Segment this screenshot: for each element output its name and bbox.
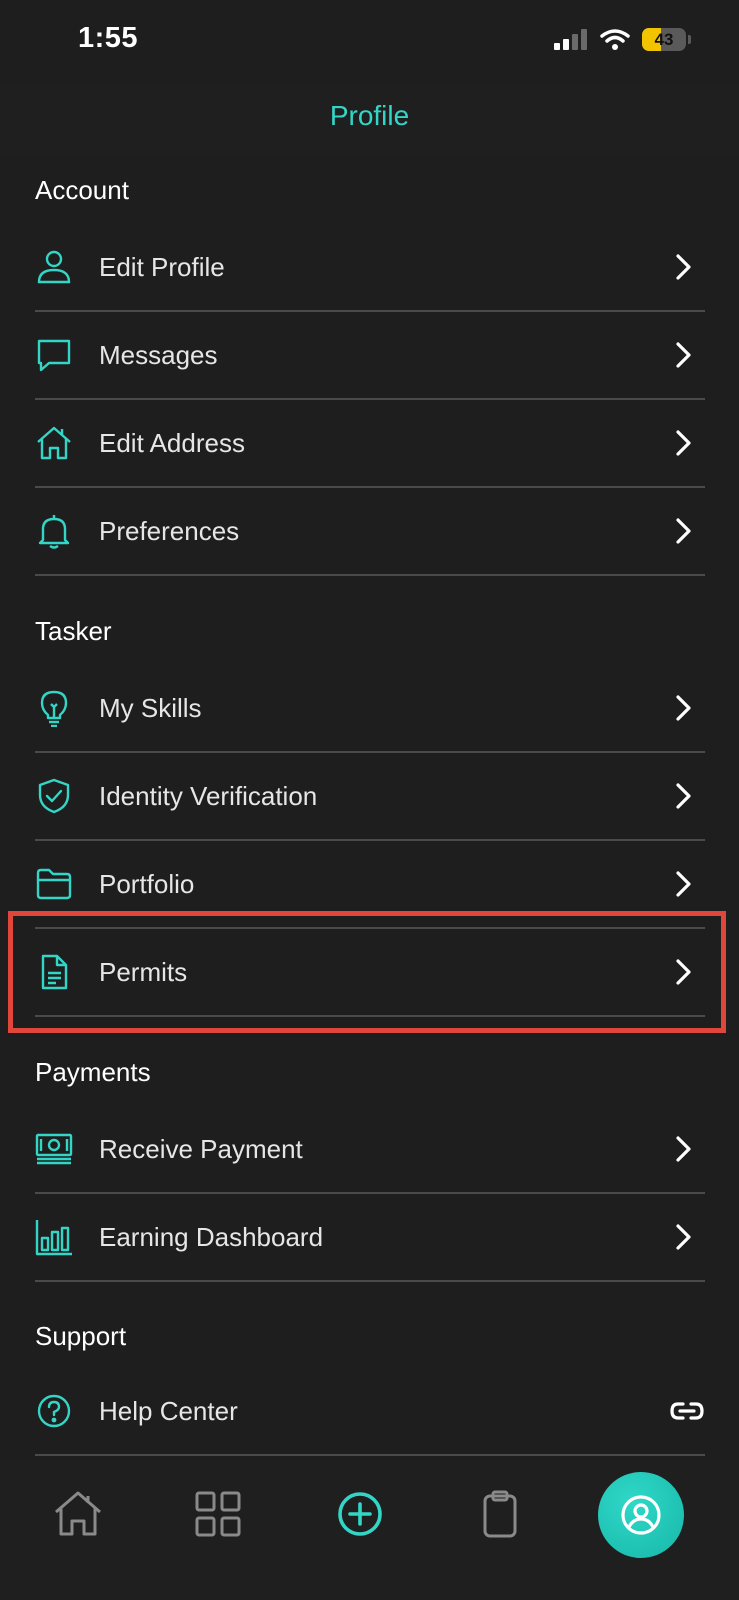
- row-label: Edit Address: [99, 428, 245, 458]
- home-tab-icon[interactable]: [52, 1488, 104, 1540]
- help-circle-icon: [37, 1394, 71, 1428]
- row-messages[interactable]: Messages: [35, 312, 705, 400]
- clipboard-tab-icon[interactable]: [474, 1488, 526, 1540]
- cash-icon: [35, 1133, 73, 1165]
- divider: [35, 574, 705, 576]
- link-icon: [670, 1402, 704, 1420]
- chevron-right-icon: [676, 430, 691, 456]
- row-label: Receive Payment: [99, 1134, 303, 1164]
- row-label: Help Center: [99, 1396, 238, 1426]
- folder-icon: [36, 868, 72, 900]
- tab-bar: [0, 1458, 739, 1600]
- row-edit-address[interactable]: Edit Address: [35, 400, 705, 488]
- bar-chart-icon: [35, 1220, 72, 1256]
- row-my-skills[interactable]: My Skills: [35, 665, 705, 753]
- status-bar: 1:55 43: [0, 0, 739, 84]
- shield-check-icon: [38, 778, 70, 814]
- row-help-center[interactable]: Help Center: [35, 1368, 705, 1456]
- row-label: Preferences: [99, 516, 240, 546]
- section-title-support: Support: [35, 1321, 127, 1351]
- chevron-right-icon: [676, 1136, 691, 1162]
- battery-indicator: 43: [642, 28, 686, 51]
- row-label: Identity Verification: [99, 781, 318, 811]
- battery-percent: 43: [654, 29, 674, 49]
- row-label: Earning Dashboard: [99, 1222, 324, 1252]
- plus-circle-icon[interactable]: [334, 1488, 386, 1540]
- chevron-right-icon: [676, 871, 691, 897]
- chevron-right-icon: [676, 254, 691, 280]
- row-label: Messages: [99, 340, 218, 370]
- profile-icon: [621, 1495, 661, 1535]
- settings-list: Account Edit Profile Messages Edit Addre…: [0, 158, 739, 1458]
- section-title-tasker: Tasker: [35, 616, 112, 646]
- wifi-icon: [600, 28, 630, 50]
- row-label: Edit Profile: [99, 252, 225, 282]
- row-edit-profile[interactable]: Edit Profile: [35, 224, 705, 312]
- home-icon: [37, 426, 71, 460]
- signal-icon: [554, 28, 587, 50]
- page-title: Profile: [329, 100, 410, 131]
- chevron-right-icon: [676, 695, 691, 721]
- chat-bubble-icon: [37, 339, 71, 372]
- status-icons: 43: [554, 28, 691, 51]
- row-earning-dashboard[interactable]: Earning Dashboard: [35, 1194, 705, 1282]
- grid-tab-icon[interactable]: [192, 1488, 244, 1540]
- chevron-right-icon: [676, 518, 691, 544]
- section-title-account: Account: [35, 175, 129, 205]
- chevron-right-icon: [676, 1224, 691, 1250]
- status-time: 1:55: [78, 22, 139, 54]
- row-receive-payment[interactable]: Receive Payment: [35, 1106, 705, 1194]
- row-label: Portfolio: [99, 869, 195, 899]
- bell-icon: [38, 515, 70, 549]
- row-identity-verification[interactable]: Identity Verification: [35, 753, 705, 841]
- row-preferences[interactable]: Preferences: [35, 488, 705, 576]
- chevron-right-icon: [676, 342, 691, 368]
- section-title-payments: Payments: [35, 1057, 151, 1087]
- divider: [35, 1280, 705, 1282]
- row-label: My Skills: [99, 693, 202, 723]
- lightbulb-icon: [40, 690, 68, 727]
- nav-bar: Profile: [0, 84, 739, 158]
- battery-tip: [688, 35, 691, 44]
- divider: [35, 1454, 705, 1456]
- person-icon: [37, 250, 71, 284]
- highlight-box: [8, 911, 726, 1033]
- profile-tab-button[interactable]: [598, 1472, 684, 1558]
- chevron-right-icon: [676, 783, 691, 809]
